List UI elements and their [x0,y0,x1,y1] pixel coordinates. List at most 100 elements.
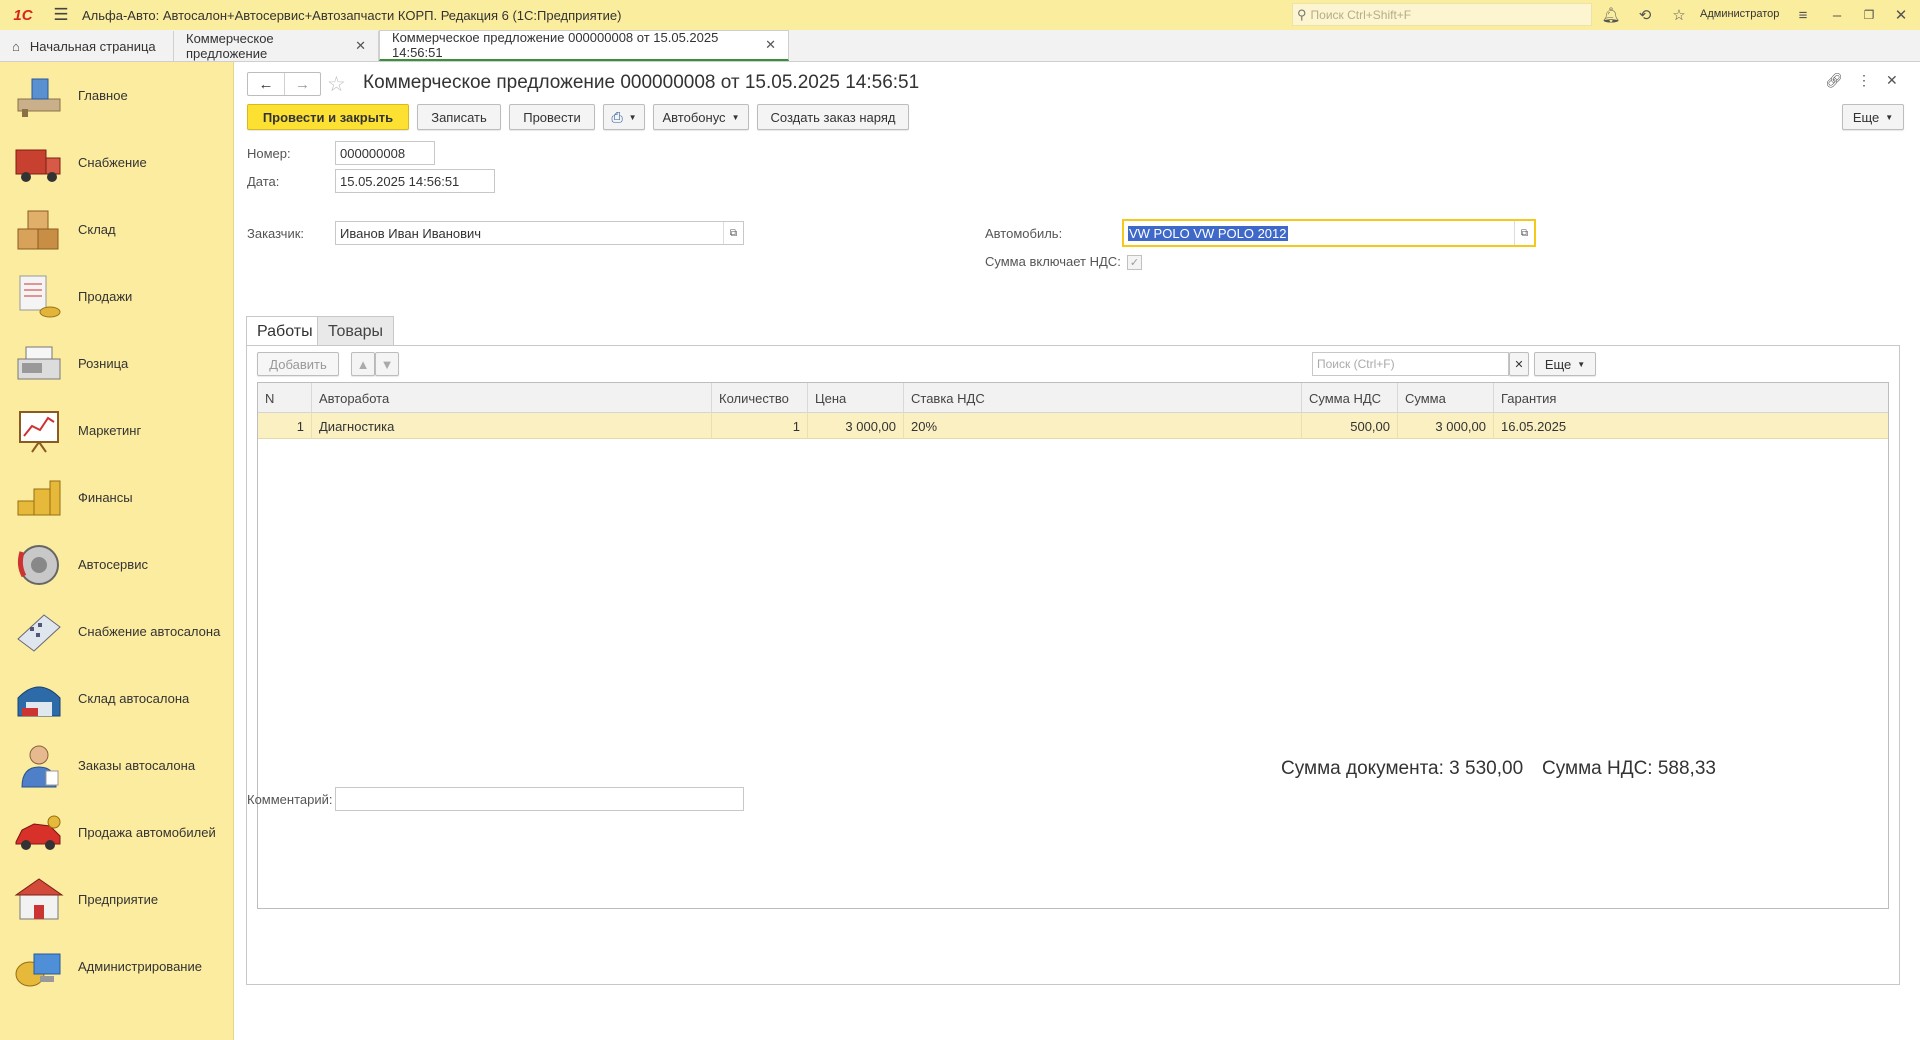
close-window-icon[interactable]: ✕ [1890,4,1912,26]
sidebar-item-administration[interactable]: Администрирование [0,933,234,1000]
tab-home[interactable]: ⌂ Начальная страница [0,31,174,61]
car-field[interactable]: VW POLO VW POLO 2012 ⧉ [1122,219,1536,247]
person-icon [14,743,64,789]
main-menu-icon[interactable]: ☰ [46,0,76,30]
tab-goods[interactable]: Товары [317,316,395,346]
cell-n[interactable]: 1 [258,413,312,439]
search-icon: ⚲ [1297,6,1307,22]
sidebar-item-label: Предприятие [78,892,159,907]
column-header-sum[interactable]: Сумма [1398,383,1494,413]
title-bar: 1С ☰ Альфа-Авто: Автосалон+Автосервис+Ав… [0,0,1920,30]
cell-sum[interactable]: 3 000,00 [1398,413,1494,439]
sidebar-item-enterprise[interactable]: Предприятие [0,866,234,933]
forward-arrow-icon[interactable]: → [284,73,320,95]
bell-icon[interactable]: 🔔︎ [1600,4,1622,26]
table-more-button[interactable]: Еще ▼ [1534,352,1596,376]
back-arrow-icon[interactable]: ← [248,73,284,95]
cell-quantity[interactable]: 1 [712,413,808,439]
sidebar-item-showroom-warehouse[interactable]: Склад автосалона [0,665,234,732]
settings-menu-icon[interactable]: ≡ [1792,4,1814,26]
number-label: Номер: [247,146,291,161]
global-search-input[interactable]: ⚲ Поиск Ctrl+Shift+F [1292,3,1592,26]
column-header-quantity[interactable]: Количество [712,383,808,413]
1c-logo: 1С [13,6,33,24]
user-name[interactable]: Администратор [1700,8,1779,20]
favorites-star-icon[interactable]: ☆ [1668,4,1690,26]
sidebar-item-retail[interactable]: Розница [0,330,234,397]
sidebar-item-label: Продажа автомобилей [78,825,216,840]
table-header: N Авторабота Количество Цена Ставка НДС … [258,383,1888,413]
sidebar-item-marketing[interactable]: Маркетинг [0,397,234,464]
chevron-down-icon: ▼ [1885,112,1894,122]
table-search-input[interactable]: Поиск (Ctrl+F) [1312,352,1509,376]
calculator-icon [14,609,64,655]
car-label: Автомобиль: [985,226,1063,241]
close-tab-icon[interactable]: ✕ [355,38,366,54]
computer-icon [14,944,64,990]
comment-field[interactable] [335,787,744,811]
save-button[interactable]: Записать [417,104,501,130]
cell-warranty[interactable]: 16.05.2025 [1494,413,1588,439]
table-row[interactable]: 1 Диагностика 1 3 000,00 20% 500,00 3 00… [258,413,1888,439]
open-link-icon[interactable]: ⧉ [1514,221,1534,245]
date-field[interactable]: 15.05.2025 14:56:51 [335,169,495,193]
vat-included-checkbox[interactable]: ✓ [1127,255,1142,270]
column-header-vat-rate[interactable]: Ставка НДС [904,383,1302,413]
navigation-buttons: ← → [247,72,321,96]
document-total: Сумма документа: 3 530,00 [1281,758,1524,779]
cell-vat-rate[interactable]: 20% [904,413,1302,439]
history-icon[interactable]: ⟲ [1634,4,1656,26]
favorite-star-icon[interactable]: ☆ [327,72,346,97]
clear-search-icon[interactable]: ✕ [1509,352,1529,376]
link-icon[interactable]: 🔗︎ [1825,72,1843,89]
tab-commercial-offers-list[interactable]: Коммерческое предложение ✕ [174,31,379,61]
building-icon [14,877,64,923]
garage-icon [14,676,64,722]
autobonus-dropdown-button[interactable]: Автобонус ▼ [653,104,749,130]
more-actions-icon[interactable]: ⋮ [1857,72,1871,89]
move-down-icon[interactable]: ▼ [375,352,399,376]
column-header-price[interactable]: Цена [808,383,904,413]
close-tab-icon[interactable]: ✕ [765,37,776,53]
sidebar-item-finance[interactable]: Финансы [0,464,234,531]
number-field[interactable]: 000000008 [335,141,435,165]
date-label: Дата: [247,174,280,189]
sidebar-item-autoservice[interactable]: Автосервис [0,531,234,598]
sidebar-item-main[interactable]: Главное [0,62,234,129]
customer-field[interactable]: Иванов Иван Иванович ⧉ [335,221,744,245]
document-form: ← → ☆ Коммерческое предложение 000000008… [235,62,1920,1040]
print-button[interactable]: ⎙ ▼ [603,104,645,130]
restore-icon[interactable]: ❐ [1858,4,1880,26]
post-button[interactable]: Провести [509,104,595,130]
app-title: Альфа-Авто: Автосалон+Автосервис+Автозап… [82,7,622,23]
sidebar-item-showroom-supply[interactable]: Снабжение автосалона [0,598,234,665]
column-header-n[interactable]: N [258,383,312,413]
open-link-icon[interactable]: ⧉ [723,222,743,244]
cell-price[interactable]: 3 000,00 [808,413,904,439]
column-header-warranty[interactable]: Гарантия [1494,383,1588,413]
global-search-placeholder: Поиск Ctrl+Shift+F [1310,7,1412,22]
desk-icon [14,73,64,119]
close-form-icon[interactable]: ✕ [1886,72,1898,89]
move-up-icon[interactable]: ▲ [351,352,375,376]
more-button[interactable]: Еще ▼ [1842,104,1904,130]
add-row-button[interactable]: Добавить [257,352,339,376]
sidebar-item-showroom-orders[interactable]: Заказы автосалона [0,732,234,799]
vat-included-label: Сумма включает НДС: [985,254,1121,269]
cell-work[interactable]: Диагностика [312,413,712,439]
tab-works[interactable]: Работы [246,316,324,346]
sidebar-item-supply[interactable]: Снабжение [0,129,234,196]
column-header-vat-sum[interactable]: Сумма НДС [1302,383,1398,413]
sidebar-item-car-sales[interactable]: Продажа автомобилей [0,799,234,866]
sidebar-item-warehouse[interactable]: Склад [0,196,234,263]
sidebar-item-sales[interactable]: Продажи [0,263,234,330]
cell-vat-sum[interactable]: 500,00 [1302,413,1398,439]
brake-disc-icon [14,542,64,588]
create-work-order-button[interactable]: Создать заказ наряд [757,104,909,130]
works-tab-panel: Добавить ▲ ▼ Поиск (Ctrl+F) ✕ Еще ▼ N Авт… [246,345,1900,985]
sidebar-item-label: Склад автосалона [78,691,190,706]
tab-commercial-offer-document[interactable]: Коммерческое предложение 000000008 от 15… [379,30,789,61]
minimize-icon[interactable]: – [1826,4,1848,26]
post-and-close-button[interactable]: Провести и закрыть [247,104,409,130]
column-header-work[interactable]: Авторабота [312,383,712,413]
